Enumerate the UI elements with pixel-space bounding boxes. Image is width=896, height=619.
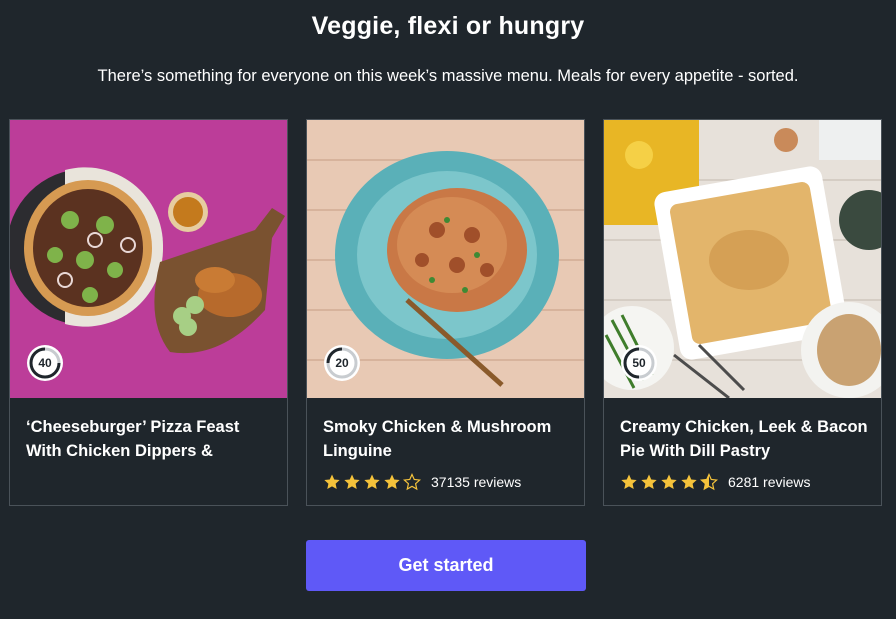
cook-time-badge: 20 — [323, 344, 361, 382]
section-title: Veggie, flexi or hungry — [311, 12, 585, 40]
recipe-card-pizza[interactable]: 40 ‘Cheeseburger’ Pizza Feast With Chick… — [9, 119, 288, 506]
recipe-title[interactable]: ‘Cheeseburger’ Pizza Feast With Chicken … — [26, 415, 276, 463]
recipe-card-pie[interactable]: 50 Creamy Chicken, Leek & Bacon Pie With… — [603, 119, 882, 506]
star-half-icon — [700, 473, 718, 491]
recipe-title[interactable]: Smoky Chicken & Mushroom Linguine — [323, 415, 573, 463]
recipe-title[interactable]: Creamy Chicken, Leek & Bacon Pie With Di… — [620, 415, 870, 463]
rating-row: 6281 reviews — [620, 472, 811, 492]
star-full-icon — [621, 474, 637, 490]
cook-time-value: 40 — [38, 356, 52, 370]
star-empty-icon — [403, 473, 421, 491]
cook-time-value: 20 — [335, 356, 349, 370]
review-count: 37135 reviews — [431, 474, 522, 490]
cook-time-badge: 50 — [620, 344, 658, 382]
star-full-icon — [324, 474, 340, 490]
star-full-icon — [364, 474, 380, 490]
cook-time-value: 50 — [632, 356, 646, 370]
section-subtitle: There’s something for everyone on this w… — [97, 67, 799, 85]
star-full-icon — [641, 474, 657, 490]
star-full-icon — [384, 474, 400, 490]
star-full-icon — [344, 474, 360, 490]
recipe-card-linguine[interactable]: 20 Smoky Chicken & Mushroom Linguine 371… — [306, 119, 585, 506]
star-full-icon — [681, 474, 697, 490]
star-full-icon — [661, 474, 677, 490]
rating-row: 37135 reviews — [323, 472, 521, 492]
review-count: 6281 reviews — [728, 474, 811, 490]
cook-time-badge: 40 — [26, 344, 64, 382]
get-started-button[interactable]: Get started — [306, 540, 586, 591]
